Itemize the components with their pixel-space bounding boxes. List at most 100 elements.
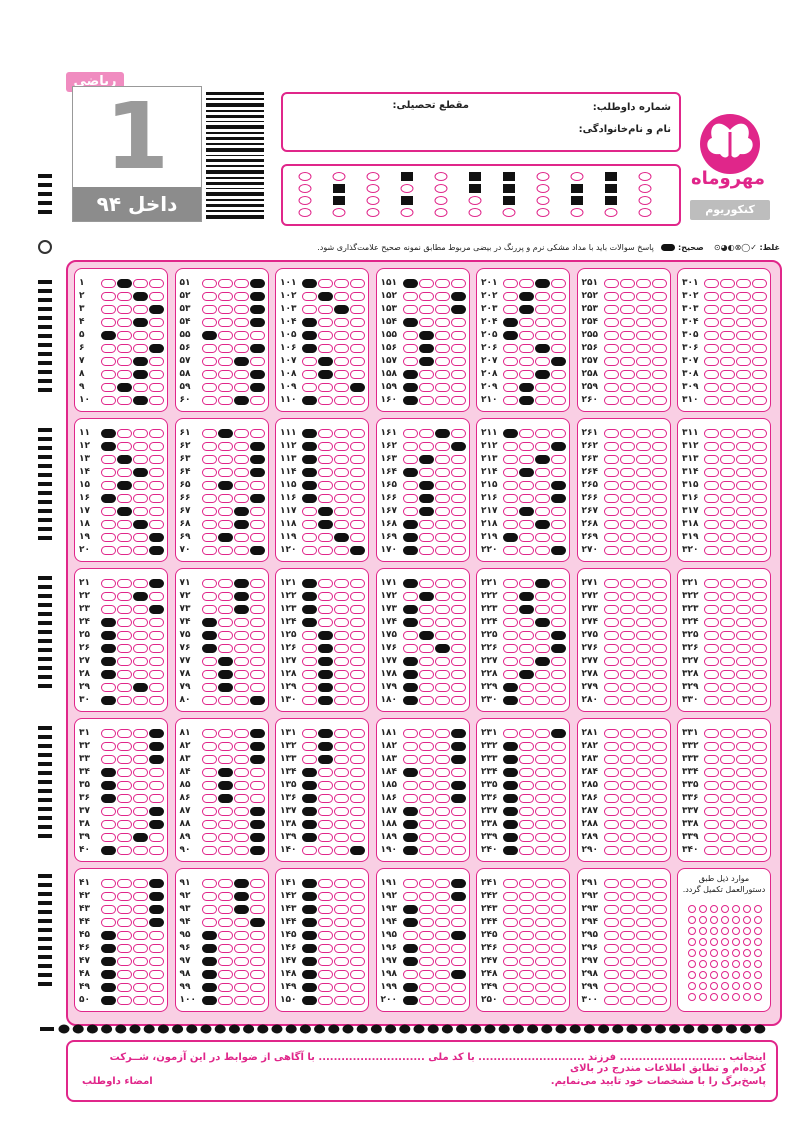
- answer-bubble[interactable]: [651, 957, 667, 966]
- answer-bubble[interactable]: [117, 892, 132, 901]
- answer-bubble[interactable]: [736, 331, 751, 340]
- answer-bubble[interactable]: [133, 657, 148, 666]
- answer-bubble[interactable]: [651, 383, 667, 392]
- notes-dot[interactable]: [688, 971, 696, 979]
- answer-bubble[interactable]: [101, 846, 116, 855]
- answer-bubble[interactable]: [535, 931, 550, 940]
- answer-bubble[interactable]: [233, 892, 249, 901]
- answer-bubble[interactable]: [651, 742, 667, 751]
- answer-bubble[interactable]: [302, 696, 317, 705]
- answer-bubble[interactable]: [603, 996, 619, 1005]
- answer-bubble[interactable]: [133, 918, 148, 927]
- answer-bubble[interactable]: [217, 520, 233, 529]
- answer-bubble[interactable]: [720, 468, 735, 477]
- notes-dot[interactable]: [754, 938, 762, 946]
- answer-bubble[interactable]: [434, 305, 450, 314]
- answer-bubble[interactable]: [619, 331, 635, 340]
- answer-bubble[interactable]: [535, 820, 550, 829]
- answer-bubble[interactable]: [434, 892, 450, 901]
- answer-bubble[interactable]: [503, 520, 518, 529]
- answer-bubble[interactable]: [603, 305, 619, 314]
- answer-bubble[interactable]: [450, 846, 466, 855]
- answer-bubble[interactable]: [635, 970, 651, 979]
- answer-bubble[interactable]: [651, 657, 667, 666]
- answer-bubble[interactable]: [434, 644, 450, 653]
- code-bubble[interactable]: [536, 184, 550, 193]
- answer-bubble[interactable]: [217, 970, 233, 979]
- answer-bubble[interactable]: [318, 494, 333, 503]
- answer-bubble[interactable]: [450, 579, 466, 588]
- answer-bubble[interactable]: [635, 957, 651, 966]
- answer-bubble[interactable]: [551, 644, 566, 653]
- answer-bubble[interactable]: [149, 305, 164, 314]
- answer-bubble[interactable]: [752, 683, 767, 692]
- answer-bubble[interactable]: [149, 944, 164, 953]
- answer-bubble[interactable]: [402, 481, 418, 490]
- answer-bubble[interactable]: [736, 618, 751, 627]
- answer-bubble[interactable]: [249, 468, 265, 477]
- answer-bubble[interactable]: [503, 618, 518, 627]
- answer-bubble[interactable]: [249, 279, 265, 288]
- answer-bubble[interactable]: [302, 631, 317, 640]
- code-bubble[interactable]: [468, 196, 482, 205]
- answer-bubble[interactable]: [133, 455, 148, 464]
- answer-bubble[interactable]: [635, 494, 651, 503]
- answer-bubble[interactable]: [334, 579, 349, 588]
- answer-bubble[interactable]: [233, 481, 249, 490]
- answer-bubble[interactable]: [551, 592, 566, 601]
- answer-bubble[interactable]: [201, 507, 217, 516]
- answer-bubble[interactable]: [635, 546, 651, 555]
- answer-bubble[interactable]: [720, 357, 735, 366]
- answer-bubble[interactable]: [318, 742, 333, 751]
- answer-bubble[interactable]: [249, 807, 265, 816]
- notes-dot[interactable]: [721, 927, 729, 935]
- answer-bubble[interactable]: [334, 944, 349, 953]
- answer-bubble[interactable]: [736, 357, 751, 366]
- answer-bubble[interactable]: [619, 546, 635, 555]
- answer-bubble[interactable]: [434, 592, 450, 601]
- answer-bubble[interactable]: [704, 768, 719, 777]
- answer-bubble[interactable]: [752, 644, 767, 653]
- answer-bubble[interactable]: [133, 833, 148, 842]
- answer-bubble[interactable]: [249, 755, 265, 764]
- answer-bubble[interactable]: [619, 481, 635, 490]
- answer-bubble[interactable]: [503, 957, 518, 966]
- answer-bubble[interactable]: [736, 520, 751, 529]
- answer-bubble[interactable]: [704, 729, 719, 738]
- answer-bubble[interactable]: [350, 605, 365, 614]
- answer-bubble[interactable]: [149, 729, 164, 738]
- answer-bubble[interactable]: [101, 631, 116, 640]
- answer-bubble[interactable]: [704, 833, 719, 842]
- answer-bubble[interactable]: [720, 742, 735, 751]
- answer-bubble[interactable]: [619, 957, 635, 966]
- answer-bubble[interactable]: [217, 657, 233, 666]
- answer-bubble[interactable]: [450, 957, 466, 966]
- answer-bubble[interactable]: [603, 742, 619, 751]
- answer-bubble[interactable]: [233, 618, 249, 627]
- answer-bubble[interactable]: [635, 768, 651, 777]
- notes-dot[interactable]: [743, 905, 751, 913]
- answer-bubble[interactable]: [450, 370, 466, 379]
- answer-bubble[interactable]: [117, 983, 132, 992]
- answer-bubble[interactable]: [302, 331, 317, 340]
- answer-bubble[interactable]: [535, 533, 550, 542]
- answer-bubble[interactable]: [535, 605, 550, 614]
- answer-bubble[interactable]: [551, 292, 566, 301]
- answer-bubble[interactable]: [651, 755, 667, 764]
- answer-bubble[interactable]: [603, 481, 619, 490]
- answer-bubble[interactable]: [535, 696, 550, 705]
- answer-bubble[interactable]: [350, 670, 365, 679]
- answer-bubble[interactable]: [201, 631, 217, 640]
- answer-bubble[interactable]: [402, 292, 418, 301]
- answer-bubble[interactable]: [503, 429, 518, 438]
- answer-bubble[interactable]: [217, 918, 233, 927]
- answer-bubble[interactable]: [704, 781, 719, 790]
- answer-bubble[interactable]: [519, 996, 534, 1005]
- answer-bubble[interactable]: [201, 983, 217, 992]
- answer-bubble[interactable]: [651, 396, 667, 405]
- answer-bubble[interactable]: [450, 918, 466, 927]
- answer-bubble[interactable]: [752, 455, 767, 464]
- answer-bubble[interactable]: [350, 631, 365, 640]
- answer-bubble[interactable]: [619, 318, 635, 327]
- answer-bubble[interactable]: [117, 931, 132, 940]
